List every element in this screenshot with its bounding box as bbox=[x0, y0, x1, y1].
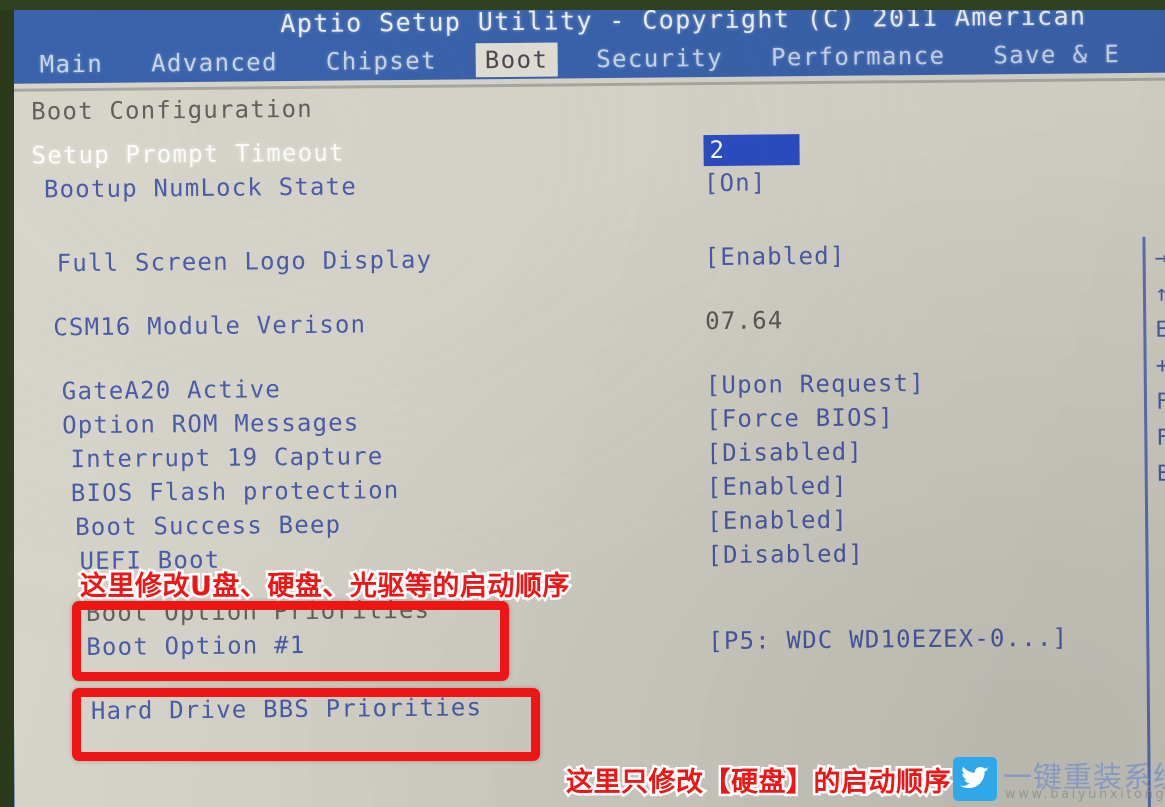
setting-row[interactable]: Boot Configuration bbox=[0, 86, 1165, 132]
twitter-bird-icon bbox=[953, 757, 997, 801]
bios-screen: Aptio Setup Utility - Copyright (C) 2011… bbox=[0, 0, 1165, 807]
setting-row[interactable]: CSM16 Module Verison 07.64 bbox=[0, 302, 1165, 348]
setting-value[interactable]: [On] bbox=[704, 168, 767, 197]
setting-value[interactable]: 07.64 bbox=[705, 306, 784, 335]
help-key-column: → ↑ En +, F1 F9 ES bbox=[1154, 240, 1165, 493]
tab-security[interactable]: Security bbox=[587, 41, 732, 76]
annotation-box-boot-option-priorities bbox=[72, 601, 509, 681]
setting-value[interactable]: [Upon Request] bbox=[706, 369, 925, 399]
setting-value[interactable]: [Enabled] bbox=[704, 242, 845, 271]
tab-save-exit[interactable]: Save & E bbox=[984, 37, 1129, 72]
setting-label: Option ROM Messages bbox=[62, 408, 360, 440]
setting-label: Boot Success Beep bbox=[75, 510, 342, 542]
setting-label: Setup Prompt Timeout bbox=[31, 138, 345, 170]
site-watermark: 一键重装系统 www.baiyunxitong.com bbox=[953, 757, 1165, 807]
setting-label: Bootup NumLock State bbox=[43, 172, 358, 204]
setting-label: GateA20 Active bbox=[61, 375, 282, 406]
annotation-hard-disk-note: 这里只修改【硬盘】的启动顺序 bbox=[564, 765, 954, 801]
annotation-box-hard-drive-bbs-priorities bbox=[72, 688, 540, 761]
help-key-line: F9 bbox=[1156, 425, 1165, 451]
monitor-bezel-left bbox=[0, 0, 14, 807]
setting-value[interactable]: [Enabled] bbox=[707, 472, 848, 501]
annotation-boot-order-note: 这里修改U盘、硬盘、光驱等的启动顺序 bbox=[78, 569, 572, 605]
setting-value[interactable]: [P5: WDC WD10EZEX-0...] bbox=[708, 624, 1068, 655]
setting-value[interactable]: [Force BIOS] bbox=[706, 403, 894, 433]
setting-label: Full Screen Logo Display bbox=[56, 245, 433, 278]
watermark-url-text: www.baiyunxitong.com bbox=[1005, 787, 1165, 802]
setting-value[interactable]: 2 bbox=[703, 134, 800, 167]
setting-value[interactable]: [Enabled] bbox=[707, 506, 848, 535]
help-key-line: ↑ bbox=[1154, 281, 1165, 307]
setting-value[interactable]: [Disabled] bbox=[707, 540, 864, 570]
help-key-line: ES bbox=[1156, 461, 1165, 487]
monitor-bezel-top bbox=[0, 0, 1165, 10]
bios-photo: Aptio Setup Utility - Copyright (C) 2011… bbox=[0, 0, 1165, 807]
setting-label: Interrupt 19 Capture bbox=[70, 442, 384, 474]
tab-chipset[interactable]: Chipset bbox=[317, 44, 446, 79]
setting-label: BIOS Flash protection bbox=[70, 476, 400, 508]
tab-main[interactable]: Main bbox=[31, 47, 113, 82]
help-key-line: → bbox=[1154, 245, 1165, 271]
setting-label: CSM16 Module Verison bbox=[53, 310, 367, 342]
setting-value[interactable]: [Disabled] bbox=[706, 438, 863, 468]
help-key-line: En bbox=[1155, 317, 1165, 343]
tab-advanced[interactable]: Advanced bbox=[142, 45, 287, 80]
help-key-line: F1 bbox=[1155, 389, 1165, 415]
tab-boot[interactable]: Boot bbox=[475, 42, 558, 78]
help-key-line: +, bbox=[1155, 353, 1165, 379]
tab-performance[interactable]: Performance bbox=[762, 39, 955, 75]
setting-row[interactable]: Full Screen Logo Display [Enabled] bbox=[0, 238, 1165, 284]
setting-label: Boot Configuration bbox=[31, 94, 313, 126]
